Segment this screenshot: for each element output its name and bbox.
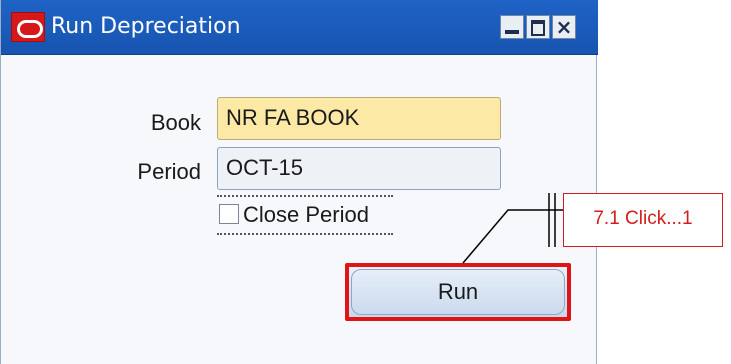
callout-pointer-line <box>462 209 563 264</box>
callout-box: 7.1 Click...1 <box>563 193 723 247</box>
callout-text: 7.1 Click...1 <box>593 208 693 229</box>
callout-connector <box>462 193 563 264</box>
